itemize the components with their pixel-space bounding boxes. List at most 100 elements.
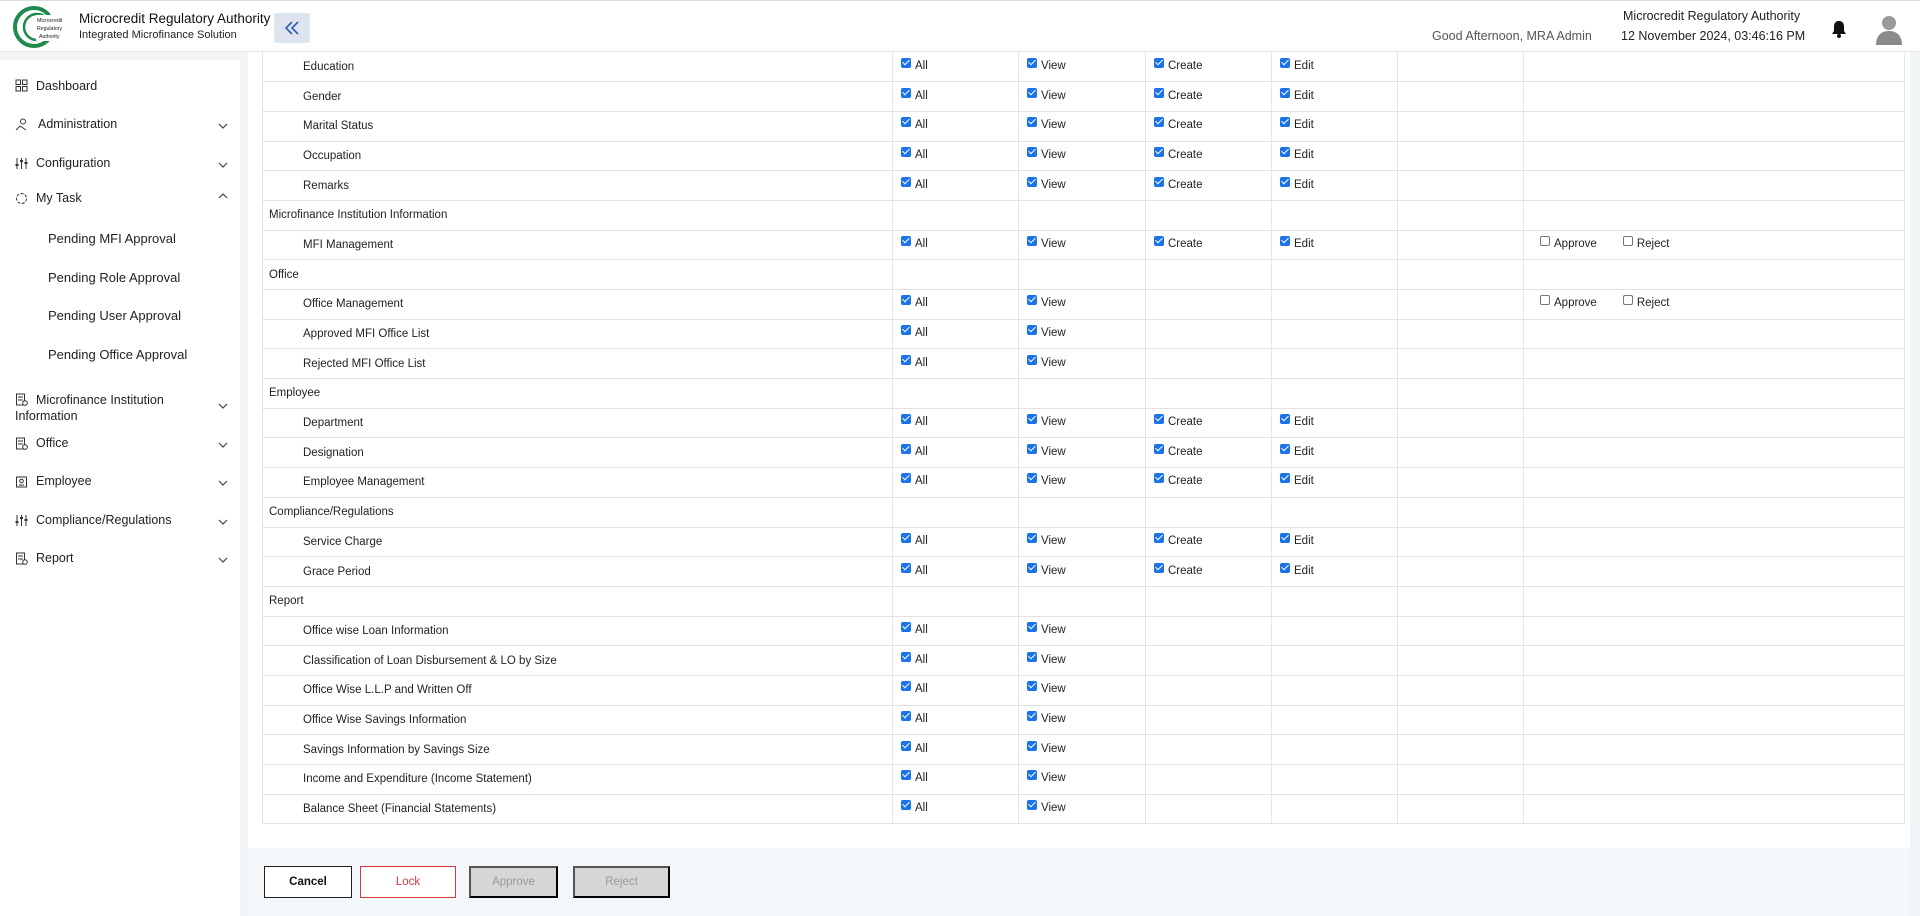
checkbox-checked-icon[interactable] xyxy=(1027,443,1037,454)
checkbox-checked-icon[interactable] xyxy=(901,651,911,662)
checkbox-checked-icon[interactable] xyxy=(1027,770,1037,781)
checkbox-checked-icon[interactable] xyxy=(901,740,911,751)
create-checkbox[interactable]: Create xyxy=(1146,87,1203,102)
all-checkbox[interactable]: All xyxy=(893,235,928,250)
edit-checkbox[interactable]: Edit xyxy=(1272,562,1314,577)
checkbox-checked-icon[interactable] xyxy=(1027,117,1037,128)
view-checkbox[interactable]: View xyxy=(1019,295,1066,309)
checkbox-checked-icon[interactable] xyxy=(901,770,911,781)
checkbox-checked-icon[interactable] xyxy=(901,295,911,306)
checkbox-checked-icon[interactable] xyxy=(1027,235,1037,246)
view-checkbox[interactable]: View xyxy=(1019,176,1066,191)
checkbox-checked-icon[interactable] xyxy=(1154,117,1164,128)
checkbox-checked-icon[interactable] xyxy=(1027,146,1037,157)
create-checkbox[interactable]: Create xyxy=(1146,414,1203,428)
checkbox-checked-icon[interactable] xyxy=(1280,146,1290,157)
all-checkbox[interactable]: All xyxy=(893,443,928,458)
sidebar-subitem-pending-role-approval[interactable]: Pending Role Approval xyxy=(48,270,180,285)
checkbox-checked-icon[interactable] xyxy=(1027,57,1037,68)
all-checkbox[interactable]: All xyxy=(893,57,928,72)
edit-checkbox[interactable]: Edit xyxy=(1272,117,1314,131)
sidebar-item-employee[interactable]: Employee xyxy=(0,472,240,492)
checkbox-checked-icon[interactable] xyxy=(901,710,911,721)
checkbox-checked-icon[interactable] xyxy=(901,146,911,157)
checkbox-checked-icon[interactable] xyxy=(901,235,911,246)
sidebar-item-compliance-regulations[interactable]: Compliance/Regulations xyxy=(0,511,240,531)
view-checkbox[interactable]: View xyxy=(1019,473,1066,487)
create-checkbox[interactable]: Create xyxy=(1146,117,1203,131)
all-checkbox[interactable]: All xyxy=(893,651,928,666)
checkbox-checked-icon[interactable] xyxy=(1154,443,1164,454)
create-checkbox[interactable]: Create xyxy=(1146,146,1203,161)
view-checkbox[interactable]: View xyxy=(1019,443,1066,458)
checkbox-checked-icon[interactable] xyxy=(1027,414,1037,425)
sidebar-subitem-pending-user-approval[interactable]: Pending User Approval xyxy=(48,308,181,323)
checkbox-checked-icon[interactable] xyxy=(1154,176,1164,187)
checkbox-checked-icon[interactable] xyxy=(1027,562,1037,573)
view-checkbox[interactable]: View xyxy=(1019,532,1066,547)
sidebar-item-report[interactable]: Report xyxy=(0,549,240,569)
view-checkbox[interactable]: View xyxy=(1019,414,1066,428)
all-checkbox[interactable]: All xyxy=(893,532,928,547)
checkbox-checked-icon[interactable] xyxy=(1027,473,1037,484)
create-checkbox[interactable]: Create xyxy=(1146,443,1203,458)
checkbox-checked-icon[interactable] xyxy=(1280,87,1290,98)
view-checkbox[interactable]: View xyxy=(1019,800,1066,814)
checkbox-checked-icon[interactable] xyxy=(1027,354,1037,365)
checkbox-checked-icon[interactable] xyxy=(1027,681,1037,692)
view-checkbox[interactable]: View xyxy=(1019,621,1066,636)
checkbox-checked-icon[interactable] xyxy=(901,473,911,484)
checkbox-checked-icon[interactable] xyxy=(1154,562,1164,573)
view-checkbox[interactable]: View xyxy=(1019,325,1066,339)
all-checkbox[interactable]: All xyxy=(893,621,928,636)
view-checkbox[interactable]: View xyxy=(1019,117,1066,131)
checkbox-checked-icon[interactable] xyxy=(1027,740,1037,751)
approve-button[interactable]: Approve xyxy=(469,866,558,898)
all-checkbox[interactable]: All xyxy=(893,146,928,161)
bell-icon[interactable] xyxy=(1830,19,1848,39)
checkbox-checked-icon[interactable] xyxy=(901,681,911,692)
checkbox-checked-icon[interactable] xyxy=(901,800,911,811)
checkbox-checked-icon[interactable] xyxy=(1027,800,1037,811)
sidebar-subitem-pending-mfi-approval[interactable]: Pending MFI Approval xyxy=(48,231,176,246)
sidebar-item-administration[interactable]: Administration xyxy=(0,115,240,135)
checkbox-checked-icon[interactable] xyxy=(1154,87,1164,98)
view-checkbox[interactable]: View xyxy=(1019,651,1066,666)
checkbox-checked-icon[interactable] xyxy=(901,621,911,632)
checkbox-checked-icon[interactable] xyxy=(901,532,911,543)
checkbox-unchecked-icon[interactable] xyxy=(1622,295,1633,306)
checkbox-checked-icon[interactable] xyxy=(1280,117,1290,128)
create-checkbox[interactable]: Create xyxy=(1146,57,1203,72)
sidebar-item-mfi-information[interactable]: Microfinance Institution Information xyxy=(0,390,240,424)
lock-button[interactable]: Lock xyxy=(360,866,456,898)
create-checkbox[interactable]: Create xyxy=(1146,473,1203,487)
checkbox-checked-icon[interactable] xyxy=(1154,532,1164,543)
checkbox-checked-icon[interactable] xyxy=(1280,443,1290,454)
all-checkbox[interactable]: All xyxy=(893,800,928,814)
sidebar-item-configuration[interactable]: Configuration xyxy=(0,154,240,174)
view-checkbox[interactable]: View xyxy=(1019,740,1066,755)
view-checkbox[interactable]: View xyxy=(1019,235,1066,250)
sidebar-subitem-pending-office-approval[interactable]: Pending Office Approval xyxy=(48,347,187,362)
view-checkbox[interactable]: View xyxy=(1019,354,1066,369)
approve-checkbox[interactable]: Approve xyxy=(1532,235,1597,250)
all-checkbox[interactable]: All xyxy=(893,473,928,487)
checkbox-checked-icon[interactable] xyxy=(1027,176,1037,187)
checkbox-checked-icon[interactable] xyxy=(1154,57,1164,68)
checkbox-unchecked-icon[interactable] xyxy=(1540,295,1550,306)
checkbox-checked-icon[interactable] xyxy=(901,176,911,187)
sidebar-item-dashboard[interactable]: Dashboard xyxy=(0,77,240,97)
checkbox-checked-icon[interactable] xyxy=(901,443,911,454)
edit-checkbox[interactable]: Edit xyxy=(1272,235,1314,250)
sidebar-item-office[interactable]: Office xyxy=(0,434,240,454)
checkbox-checked-icon[interactable] xyxy=(1154,235,1164,246)
edit-checkbox[interactable]: Edit xyxy=(1272,414,1314,428)
view-checkbox[interactable]: View xyxy=(1019,562,1066,577)
edit-checkbox[interactable]: Edit xyxy=(1272,532,1314,547)
all-checkbox[interactable]: All xyxy=(893,117,928,131)
checkbox-checked-icon[interactable] xyxy=(1027,651,1037,662)
checkbox-checked-icon[interactable] xyxy=(1154,473,1164,484)
all-checkbox[interactable]: All xyxy=(893,354,928,369)
checkbox-checked-icon[interactable] xyxy=(1280,473,1290,484)
checkbox-unchecked-icon[interactable] xyxy=(1622,235,1633,246)
